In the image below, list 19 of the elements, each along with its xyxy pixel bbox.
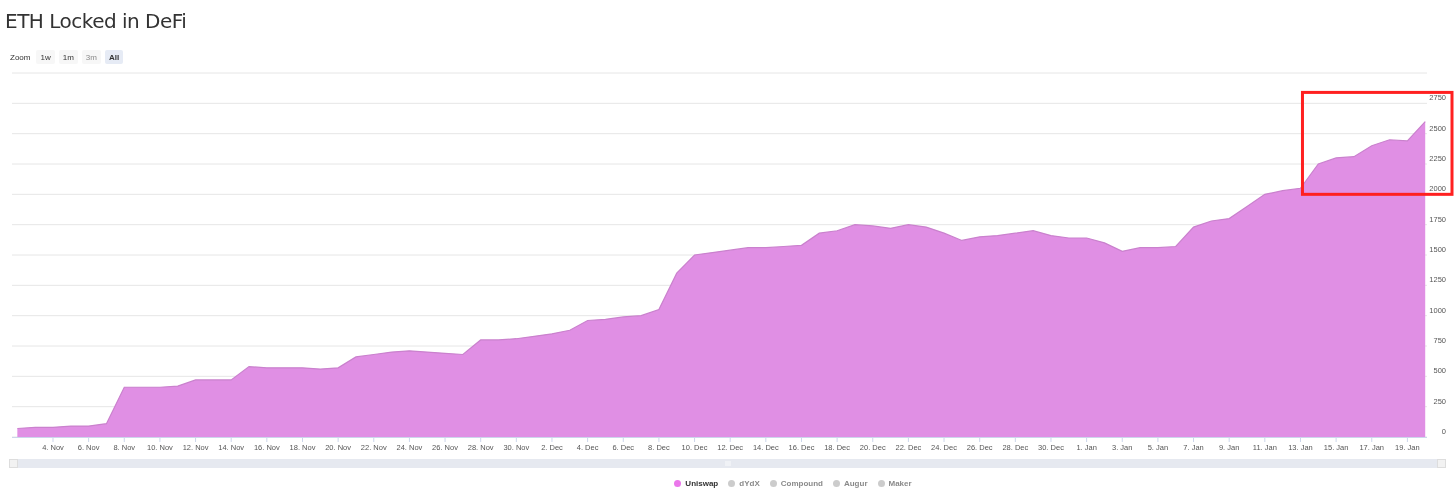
legend-item[interactable]: Augur bbox=[832, 479, 868, 488]
scroll-left-button[interactable] bbox=[9, 459, 18, 468]
legend-dot bbox=[674, 480, 682, 487]
legend-item[interactable]: Uniswap bbox=[674, 479, 719, 488]
navigator-scrollbar[interactable] bbox=[9, 459, 1446, 468]
zoom-button[interactable]: 1w bbox=[36, 50, 55, 64]
zoom-button[interactable]: All bbox=[104, 50, 124, 64]
legend-item[interactable]: Compound bbox=[769, 479, 823, 488]
chart-title: ETH Locked in DeFi bbox=[5, 8, 188, 34]
legend-label: Maker bbox=[888, 479, 912, 488]
scroll-right-button[interactable] bbox=[1437, 459, 1446, 468]
zoom-button[interactable]: 1m bbox=[58, 50, 78, 64]
legend-item[interactable]: dYdX bbox=[728, 479, 760, 488]
legend-label: Compound bbox=[780, 479, 823, 488]
legend-label: dYdX bbox=[739, 479, 760, 488]
zoom-label: Zoom bbox=[10, 52, 31, 62]
legend-label: Augur bbox=[843, 479, 868, 488]
legend-label: Uniswap bbox=[685, 479, 719, 488]
legend-item[interactable]: Maker bbox=[877, 479, 912, 488]
